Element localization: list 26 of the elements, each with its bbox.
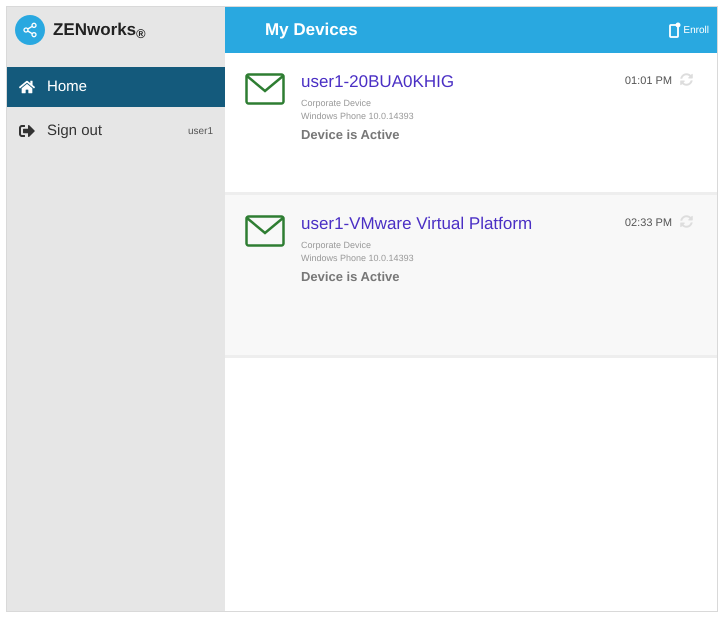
device-ownership: Corporate Device xyxy=(301,96,372,110)
envelope-icon xyxy=(245,215,285,247)
device-os: Windows Phone 10.0.14393 xyxy=(301,252,415,265)
logo-icon xyxy=(15,15,45,45)
device-time: 01:01 PM xyxy=(624,74,672,89)
nav-label: Sign out xyxy=(47,120,104,141)
nav-item[interactable]: Home xyxy=(7,67,225,107)
nav-item[interactable]: Sign out user1 xyxy=(7,111,225,151)
envelope-icon xyxy=(245,73,285,105)
device-os: Windows Phone 10.0.14393 xyxy=(301,110,415,123)
phone-icon xyxy=(669,22,682,38)
refresh-icon[interactable] xyxy=(680,215,693,228)
device-status: Device is Active xyxy=(301,268,401,286)
home-icon xyxy=(19,79,35,95)
page-title: My Devices xyxy=(265,19,358,42)
brand-name: ZENworks$_{®}$ xyxy=(53,19,146,43)
device-time: 02:33 PM xyxy=(624,216,672,231)
device-card[interactable]: user1-VMware Virtual Platform Corporate Device Windows Phone 10.0.14393 Device is Active 02:33 PM xyxy=(225,195,717,358)
user-name: user1 xyxy=(188,124,213,138)
sign-out-icon xyxy=(19,123,35,139)
refresh-icon[interactable] xyxy=(680,73,693,86)
nav-label: Home xyxy=(47,76,88,97)
device-status: Device is Active xyxy=(301,126,401,144)
device-name: user1-VMware Virtual Platform xyxy=(301,213,534,235)
device-name: user1-20BUA0KHIG xyxy=(301,71,456,93)
device-ownership: Corporate Device xyxy=(301,238,372,252)
